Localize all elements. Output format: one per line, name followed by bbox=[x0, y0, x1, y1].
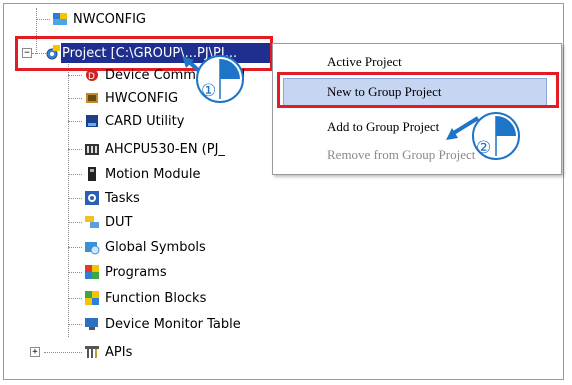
tree-node-label: AHCPU530-EN (PJ_ bbox=[105, 141, 225, 157]
expand-expander[interactable]: + bbox=[30, 347, 40, 357]
tree-connector bbox=[68, 64, 69, 337]
tree-node-programs[interactable]: Programs bbox=[84, 262, 167, 282]
tree-connector bbox=[68, 324, 82, 325]
tree-node-nwconfig[interactable]: NWCONFIG bbox=[52, 9, 146, 29]
global-symbols-icon bbox=[84, 239, 100, 255]
context-menu: Active Project New to Group Project Add … bbox=[272, 43, 562, 175]
function-blocks-icon bbox=[84, 290, 100, 306]
apis-icon bbox=[84, 344, 100, 360]
menu-highlight-box bbox=[277, 72, 559, 108]
tree-node-label: Function Blocks bbox=[105, 290, 207, 306]
tree-node-label: DUT bbox=[105, 214, 133, 230]
tree-node-ahcpu[interactable]: AHCPU530-EN (PJ_ bbox=[84, 139, 225, 159]
tree-connector bbox=[68, 121, 82, 122]
tree-connector bbox=[44, 352, 82, 353]
device-comment-icon: D bbox=[84, 67, 100, 83]
device-monitor-icon bbox=[84, 316, 100, 332]
tree-connector bbox=[36, 19, 50, 20]
menu-item-add-to-group-project[interactable]: Add to Group Project bbox=[327, 119, 439, 135]
tree-node-global-symbols[interactable]: Global Symbols bbox=[84, 237, 206, 257]
programs-icon bbox=[84, 264, 100, 280]
tree-node-label: Motion Module bbox=[105, 166, 201, 182]
tree-connector bbox=[68, 272, 82, 273]
tree-node-label: Device Monitor Table bbox=[105, 316, 241, 332]
tree-node-device-monitor[interactable]: Device Monitor Table bbox=[84, 314, 241, 334]
ahcpu-icon bbox=[84, 141, 100, 157]
tree-connector bbox=[68, 149, 82, 150]
tree-node-apis[interactable]: APIs bbox=[84, 342, 132, 362]
tree-node-tasks[interactable]: Tasks bbox=[84, 188, 140, 208]
card-utility-icon bbox=[84, 113, 100, 129]
tree-connector bbox=[68, 75, 82, 76]
tree-connector bbox=[68, 98, 82, 99]
tree-node-hwconfig[interactable]: HWCONFIG bbox=[84, 88, 178, 108]
svg-text:D: D bbox=[88, 72, 95, 82]
tree-connector bbox=[68, 198, 82, 199]
tree-node-label: Global Symbols bbox=[105, 239, 206, 255]
callout-number-2: ② bbox=[476, 138, 492, 158]
tree-node-label: Tasks bbox=[105, 190, 140, 206]
tree-node-function-blocks[interactable]: Function Blocks bbox=[84, 288, 206, 308]
dut-icon bbox=[84, 214, 100, 230]
tree-connector bbox=[68, 174, 82, 175]
menu-item-active-project[interactable]: Active Project bbox=[327, 54, 402, 70]
tree-node-card-utility[interactable]: CARD Utility bbox=[84, 111, 184, 131]
callout-number-1: ① bbox=[201, 81, 217, 101]
menu-item-remove-from-group-project: Remove from Group Project bbox=[327, 147, 476, 162]
tasks-icon bbox=[84, 190, 100, 206]
tree-node-label: CARD Utility bbox=[105, 113, 185, 129]
tree-node-label: APIs bbox=[105, 344, 133, 360]
motion-module-icon bbox=[84, 166, 100, 182]
tree-node-label: HWCONFIG bbox=[105, 90, 179, 106]
tree-node-motion-module[interactable]: Motion Module bbox=[84, 164, 200, 184]
tree-connector bbox=[68, 247, 82, 248]
nwconfig-icon bbox=[52, 11, 68, 27]
tree-connector bbox=[68, 298, 82, 299]
tree-node-dut[interactable]: DUT bbox=[84, 212, 132, 232]
tree-node-label: NWCONFIG bbox=[73, 11, 146, 27]
tree-connector bbox=[68, 222, 82, 223]
hwconfig-icon bbox=[84, 90, 100, 106]
tree-node-label: Programs bbox=[105, 264, 167, 280]
